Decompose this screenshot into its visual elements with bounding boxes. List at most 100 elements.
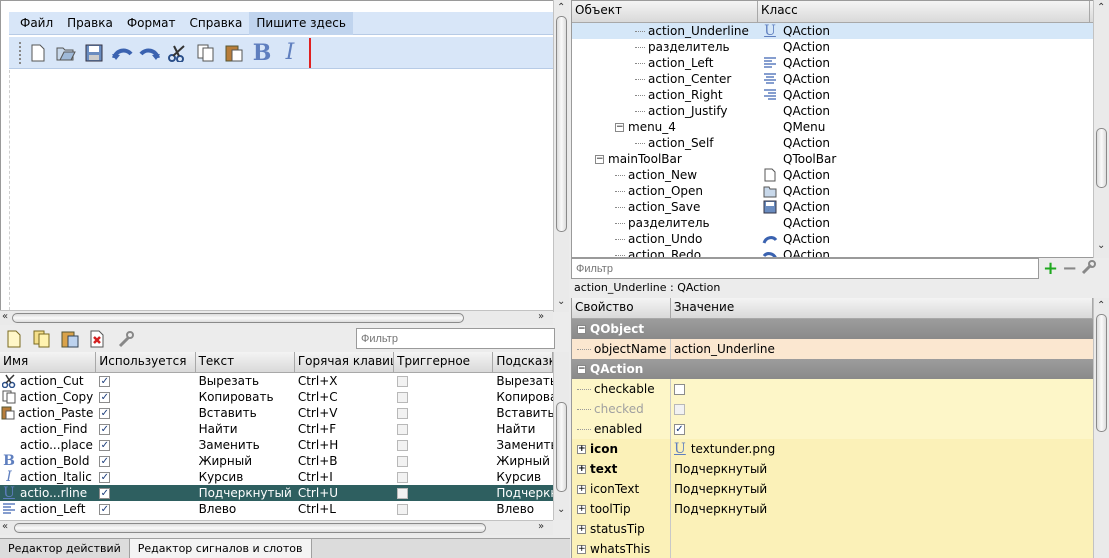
collapse-toggle-icon[interactable]: − [595,155,604,164]
table-row[interactable]: Baction_Bold ✓ Жирный Ctrl+B Жирный [0,453,553,469]
form-preview[interactable]: Файл Правка Формат Справка Пишите здесь … [0,0,557,312]
expand-toggle-icon[interactable]: + [577,464,586,474]
scroll-up-icon[interactable]: ⌃ [557,2,565,14]
property-value-cell[interactable]: ✓ [671,419,1093,439]
configure-icon[interactable] [114,327,138,351]
property-group-header[interactable]: − QAction [572,359,1093,379]
property-row[interactable]: + toolTip Подчеркнутый [572,499,1093,519]
scrollbar-thumb[interactable] [12,313,464,323]
scroll-up-icon[interactable]: ⌃ [1097,300,1105,312]
italic-icon[interactable]: I [279,40,301,65]
bold-icon[interactable]: B [251,40,273,66]
scroll-left-icon[interactable]: « [2,521,8,533]
scrollbar-thumb[interactable] [14,523,486,533]
table-row[interactable]: actio...place ✓ Заменить Ctrl+H Заменить [0,437,553,453]
new-action-icon[interactable] [2,327,26,351]
menu-edit[interactable]: Правка [60,12,120,35]
table-row[interactable]: Iaction_Italic ✓ Курсив Ctrl+I Курсив [0,469,553,485]
action-text-cell[interactable]: Заменить [196,438,295,452]
col-tooltip[interactable]: Подсказка [493,352,553,372]
tree-row[interactable]: action_Justify QAction [572,103,1108,119]
property-value-cell[interactable]: action_Underline [671,339,1093,359]
property-editor-vertical-scrollbar[interactable]: ⌃ [1093,298,1109,558]
action-tooltip-cell[interactable]: Вырезать [493,374,553,388]
paste-icon[interactable] [223,41,245,65]
action-shortcut-cell[interactable]: Ctrl+X [295,374,394,388]
expand-toggle-icon[interactable]: + [577,504,586,514]
tree-row[interactable]: action_Redo QAction [572,247,1108,257]
property-value-cell[interactable]: Подчеркнутый [671,459,1093,479]
property-row[interactable]: + icon Utextunder.png [572,439,1093,459]
tree-row[interactable]: action_Underline U QAction [572,23,1108,39]
copy-action-icon[interactable] [30,327,54,351]
remove-property-icon[interactable]: − [1062,258,1077,279]
tree-row[interactable]: − mainToolBar QToolBar [572,151,1108,167]
tree-row[interactable]: action_Undo QAction [572,231,1108,247]
scroll-right-icon[interactable]: » [538,311,544,323]
tree-row[interactable]: разделитель QAction [572,215,1108,231]
col-text[interactable]: Текст [196,352,295,372]
scroll-left-icon[interactable]: « [2,311,8,323]
col-value[interactable]: Значение [671,298,1093,318]
action-table-vertical-scrollbar[interactable]: ⌄ [553,352,569,520]
property-checkbox[interactable]: ✓ [674,423,685,435]
scroll-up-icon[interactable]: ⌃ [1097,2,1105,14]
property-row[interactable]: checkable [572,379,1093,399]
copy-icon[interactable] [195,41,217,65]
redo-icon[interactable] [139,41,161,65]
form-horizontal-scrollbar[interactable]: « » [0,310,553,325]
property-row[interactable]: + statusTip [572,519,1093,539]
action-tooltip-cell[interactable]: Влево [493,502,553,516]
collapse-toggle-icon[interactable]: − [615,123,624,132]
action-tooltip-cell[interactable]: Подчеркн [493,486,553,500]
tab-action-editor[interactable]: Редактор действий [0,539,130,558]
menu-help[interactable]: Справка [183,12,250,35]
object-inspector-vertical-scrollbar[interactable]: ⌃ ⌄ [1093,0,1109,258]
scrollbar-thumb[interactable] [1096,314,1107,432]
col-object[interactable]: Объект [572,1,758,22]
property-row[interactable]: + text Подчеркнутый [572,459,1093,479]
action-text-cell[interactable]: Жирный [196,454,295,468]
property-value-cell[interactable] [671,539,1093,558]
action-filter-input[interactable] [356,328,555,349]
property-value-cell[interactable]: Подчеркнутый [671,499,1093,519]
property-checkbox[interactable] [674,403,685,415]
tree-row[interactable]: action_Center QAction [572,71,1108,87]
undo-icon[interactable] [111,41,133,65]
action-shortcut-cell[interactable]: Ctrl+V [295,406,394,420]
col-checkable[interactable]: Триггерное [394,352,494,372]
table-row[interactable]: Uactio...rline ✓ Подчеркнутый Ctrl+U Подчерк… [0,485,553,501]
action-shortcut-cell[interactable]: Ctrl+C [295,390,394,404]
menu-file[interactable]: Файл [13,12,60,35]
new-icon[interactable] [27,41,49,65]
property-row[interactable]: checked [572,399,1093,419]
property-row[interactable]: enabled ✓ [572,419,1093,439]
table-row[interactable]: action_Cut ✓ Вырезать Ctrl+X Вырезать [0,373,553,389]
collapse-toggle-icon[interactable]: − [577,324,586,334]
expand-toggle-icon[interactable]: + [577,484,586,494]
action-text-cell[interactable]: Курсив [196,470,295,484]
scrollbar-thumb[interactable] [1096,128,1107,188]
scroll-down-icon[interactable]: ⌄ [557,504,565,516]
action-tooltip-cell[interactable]: Курсив [493,470,553,484]
menu-type-here[interactable]: Пишите здесь [249,11,353,35]
col-property[interactable]: Свойство [572,298,671,318]
save-icon[interactable] [83,41,105,65]
tree-row[interactable]: action_Save QAction [572,199,1108,215]
col-class[interactable]: Класс [758,1,1090,22]
expand-toggle-icon[interactable]: + [577,524,586,534]
action-text-cell[interactable]: Найти [196,422,295,436]
property-row[interactable]: + iconText Подчеркнутый [572,479,1093,499]
property-value-cell[interactable]: Подчеркнутый [671,479,1093,499]
tree-row[interactable]: action_Left QAction [572,55,1108,71]
delete-action-icon[interactable] [86,327,110,351]
property-value-cell[interactable]: Utextunder.png [671,439,1093,459]
col-used[interactable]: Используется [96,352,196,372]
property-row[interactable]: + whatsThis [572,539,1093,558]
scrollbar-thumb[interactable] [556,16,567,232]
property-checkbox[interactable] [674,383,685,395]
col-shortcut[interactable]: Горячая клавиша [295,352,395,372]
expand-toggle-icon[interactable]: + [577,444,586,454]
tree-row[interactable]: action_New QAction [572,167,1108,183]
scroll-down-icon[interactable]: ⌄ [557,296,565,308]
